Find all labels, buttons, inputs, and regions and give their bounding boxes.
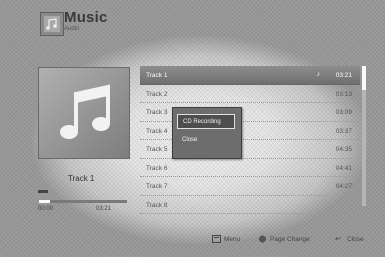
track-name: Track 2 (146, 90, 168, 98)
track-name: Track 7 (146, 183, 168, 190)
track-list-scrollbar[interactable] (362, 66, 366, 206)
music-app-icon (40, 12, 64, 36)
close-option[interactable]: Close (177, 133, 235, 148)
track-duration: 03:13 (335, 90, 352, 98)
playback-progress-bar (39, 200, 127, 203)
scrollbar-thumb[interactable] (362, 66, 366, 90)
track-name: Track 1 (146, 72, 168, 79)
music-screen: Music Audio Track 1 00:00 03:21 Track 1 … (0, 0, 385, 257)
track-name: Track 5 (146, 146, 168, 153)
menu-button-icon (212, 235, 221, 243)
track-duration: 03:21 (335, 72, 352, 79)
album-art (38, 67, 130, 159)
cd-recording-option[interactable]: CD Recording (177, 114, 235, 129)
track-duration: 03:37 (335, 127, 352, 135)
now-playing-track: Track 1 (68, 174, 95, 183)
track-duration: 04:35 (335, 146, 352, 153)
page-change-label: Page Change (270, 236, 310, 243)
track-row[interactable]: Track 8 (140, 196, 360, 214)
track-name: Track 8 (146, 201, 168, 209)
track-row[interactable]: Track 2 03:13 (140, 85, 360, 103)
music-note-icon: ♪ (316, 71, 321, 78)
track-name: Track 4 (146, 127, 168, 135)
track-duration: 03:09 (335, 109, 352, 116)
play-status-icon (38, 190, 48, 193)
footer-key-guide: Menu Page Change ↩ Close (200, 234, 380, 246)
menu-label: Menu (224, 236, 241, 243)
track-name: Track 6 (146, 164, 168, 172)
time-total: 03:21 (96, 206, 112, 212)
track-row[interactable]: Track 6 04:41 (140, 159, 360, 177)
page-subtitle: Audio (64, 26, 80, 32)
page-title: Music (64, 9, 108, 26)
track-name: Track 3 (146, 109, 168, 116)
close-label: Close (347, 236, 364, 243)
page-change-icon (258, 235, 267, 243)
track-row[interactable]: Track 7 04:27 (140, 177, 360, 196)
track-duration: 04:41 (335, 164, 352, 172)
track-row[interactable]: Track 1 ♪ 03:21 (140, 66, 360, 85)
track-duration: 04:27 (335, 183, 352, 190)
music-note-icon (60, 84, 110, 139)
time-current: 00:00 (38, 206, 54, 212)
return-icon: ↩ (335, 236, 341, 243)
progress-fill (39, 200, 50, 203)
options-popup-menu: CD Recording Close (172, 107, 242, 159)
